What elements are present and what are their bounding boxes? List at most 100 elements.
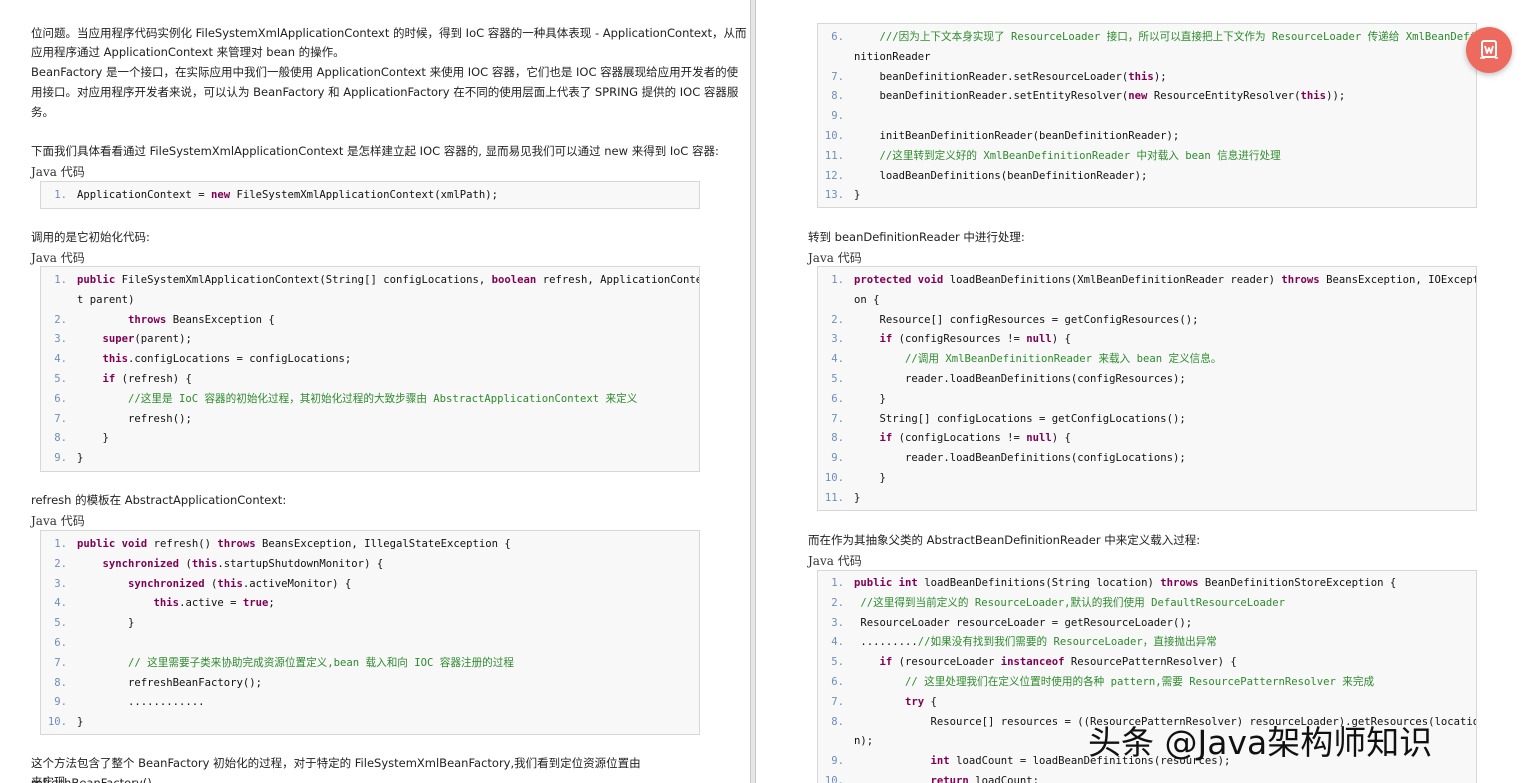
code-label: Java 代码	[31, 251, 85, 265]
code-text: this.active = true;	[153, 597, 275, 610]
line-number: 7.	[54, 412, 67, 425]
code-line: 10. return loadCount;	[818, 772, 1476, 783]
code-text: //这里是 IoC 容器的初始化过程，其初始化过程的大致步骤由 Abstract…	[128, 392, 638, 405]
line-number: 8.	[54, 676, 67, 689]
code-text: }	[854, 471, 886, 484]
code-line: 4. //调用 XmlBeanDefinitionReader 来载入 bean…	[818, 350, 1476, 370]
code-text: public FileSystemXmlApplicationContext(S…	[77, 274, 700, 286]
paragraph-text: 下面我们具体看看通过 FileSystemXmlApplicationConte…	[31, 144, 719, 158]
code-text: try {	[905, 695, 937, 708]
code-line: 1. protected void loadBeanDefinitions(Xml…	[818, 271, 1476, 291]
translate-window-icon	[1480, 40, 1498, 59]
code-line: 7. String[] configLocations = getConfigL…	[818, 410, 1476, 430]
line-number: 7.	[831, 70, 844, 83]
paragraph-text: refresh 的模板在 AbstractApplicationContext:	[31, 493, 287, 507]
line-number: 9.	[54, 696, 67, 709]
code-line: 9. ............	[41, 693, 699, 713]
code-text: ///因为上下文本身实现了 ResourceLoader 接口，所以可以直接把上…	[879, 31, 1476, 43]
paragraph-text: 这个方法包含了整个 BeanFactory 初始化的过程，对于特定的 FileS…	[31, 756, 641, 783]
code-text: public void refresh() throws BeansExcept…	[77, 538, 511, 550]
code-text: // 这里处理我们在定义位置时使用的各种 pattern,需要 Resource…	[905, 675, 1375, 688]
line-number: 1.	[831, 577, 844, 589]
paragraph-text: 转到 beanDefinitionReader 中进行处理:	[808, 230, 1025, 244]
line-number: 8.	[831, 715, 844, 728]
code-line: 8. if (configLocations != null) {	[818, 429, 1476, 449]
paragraph-text: 调用的是它初始化代码:	[31, 230, 150, 244]
code-line: 10. }	[818, 469, 1476, 489]
code-text: reader.loadBeanDefinitions(configResourc…	[905, 372, 1186, 385]
paragraph-text: 应用程序通过 ApplicationContext 来管理对 bean 的操作。	[31, 45, 345, 59]
line-number: 13.	[824, 189, 844, 202]
code-line: 10.}	[41, 713, 699, 733]
code-label: Java 代码	[808, 251, 862, 265]
code-text: }	[77, 452, 84, 465]
paragraph-text: 而在作为其抽象父类的 AbstractBeanDefinitionReader …	[808, 533, 1201, 547]
translate-button[interactable]	[1466, 27, 1512, 73]
line-number: 3.	[54, 577, 67, 590]
code-line: 11. //这里转到定义好的 XmlBeanDefinitionReader 中…	[818, 147, 1476, 167]
code-text: if (resourceLoader instanceof ResourcePa…	[879, 656, 1237, 669]
line-number: 12.	[824, 169, 844, 182]
line-number: 9.	[831, 755, 844, 768]
code-line: 6. //这里是 IoC 容器的初始化过程，其初始化过程的大致步骤由 Abstr…	[41, 390, 699, 410]
line-number: 4.	[831, 636, 844, 649]
line-number: 8.	[831, 432, 844, 445]
code-line: 13.}	[818, 186, 1476, 206]
line-number: 11.	[824, 149, 844, 162]
code-line: 5. }	[41, 614, 699, 634]
code-text: }	[854, 392, 886, 405]
code-line: 6. // 这里处理我们在定义位置时使用的各种 pattern,需要 Resou…	[818, 673, 1476, 693]
code-line: nitionReader	[818, 48, 1476, 68]
code-text: refresh();	[128, 412, 192, 425]
line-number: 10.	[824, 129, 844, 142]
line-number: 10.	[47, 716, 67, 729]
code-text: if (configResources != null) {	[879, 333, 1071, 346]
line-number: 2.	[831, 596, 844, 609]
line-number: 2.	[54, 557, 67, 570]
code-text: //这里转到定义好的 XmlBeanDefinitionReader 中对载入 …	[879, 149, 1281, 162]
code-text: public int loadBeanDefinitions(String lo…	[854, 577, 1397, 589]
code-text: }	[77, 716, 84, 729]
code-line: 8. }	[41, 429, 699, 449]
code-text: protected void loadBeanDefinitions(XmlBe…	[854, 274, 1476, 286]
code-line: 6. }	[818, 390, 1476, 410]
line-number: 5.	[831, 372, 844, 385]
line-number: 5.	[831, 656, 844, 669]
code-text: throws BeansException {	[128, 313, 275, 326]
code-text: n);	[854, 735, 874, 748]
code-text: }	[77, 432, 109, 445]
code-text: synchronized (this.startupShutdownMonito…	[102, 557, 384, 570]
line-number: 4.	[831, 353, 844, 366]
line-number: 5.	[54, 617, 67, 630]
code-line: 2. //这里得到当前定义的 ResourceLoader,默认的我们使用 De…	[818, 594, 1476, 614]
code-line: 7. // 这里需要子类来协助完成资源位置定义,bean 载入和向 IOC 容器…	[41, 654, 699, 674]
code-text: Resource[] configResources = getConfigRe…	[879, 313, 1199, 326]
paragraph-text: 来实现	[31, 775, 66, 783]
code-line: 9. reader.loadBeanDefinitions(configLoca…	[818, 449, 1476, 469]
code-line: 8. beanDefinitionReader.setEntityResolve…	[818, 87, 1476, 107]
line-number: 6.	[831, 31, 844, 43]
line-number: 4.	[54, 353, 67, 366]
code-line: 3. super(parent);	[41, 330, 699, 350]
line-number: 2.	[54, 313, 67, 326]
code-text: on {	[854, 293, 880, 306]
code-line: 4. this.active = true;	[41, 594, 699, 614]
code-line: 12. loadBeanDefinitions(beanDefinitionRe…	[818, 167, 1476, 187]
code-line: 4. .........//如果没有找到我们需要的 ResourceLoader…	[818, 633, 1476, 653]
code-line: 3. ResourceLoader resourceLoader = getRe…	[818, 614, 1476, 634]
code-text: }	[854, 491, 861, 504]
line-number: 10.	[824, 774, 844, 783]
code-line: 10. initBeanDefinitionReader(beanDefinit…	[818, 127, 1476, 147]
code-line: 1. public FileSystemXmlApplicationContext…	[41, 271, 699, 291]
paragraph-text: BeanFactory 是一个接口，在实际应用中我们一般使用 Applicati…	[31, 65, 739, 79]
line-number: 7.	[831, 695, 844, 708]
code-line: 2. Resource[] configResources = getConfi…	[818, 311, 1476, 331]
line-number: 6.	[54, 636, 67, 649]
line-number: 9.	[54, 452, 67, 465]
line-number: 9.	[831, 452, 844, 465]
code-label: Java 代码	[31, 514, 85, 528]
code-text: t parent)	[77, 293, 135, 306]
line-number: 7.	[54, 656, 67, 669]
paragraph-text: 务。	[31, 105, 54, 119]
code-text: String[] configLocations = getConfigLoca…	[879, 412, 1186, 425]
